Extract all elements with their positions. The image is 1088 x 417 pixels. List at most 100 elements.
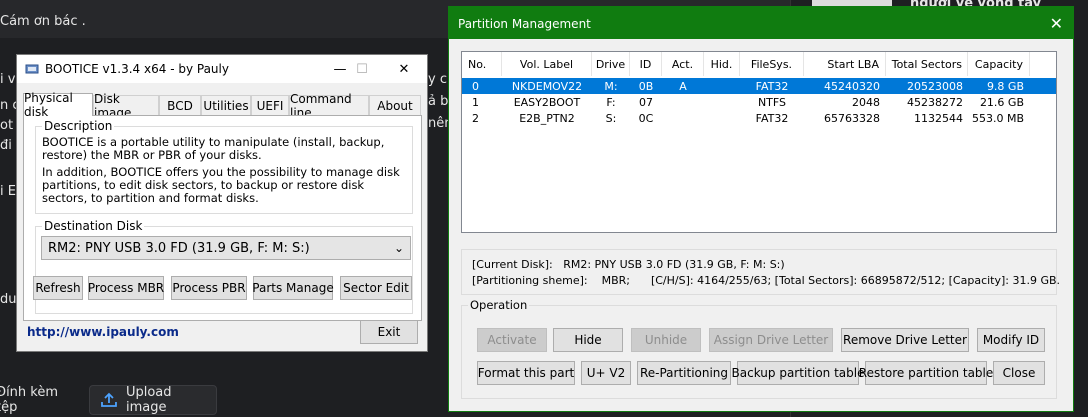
tab-physical-disk[interactable]: Physical disk	[23, 91, 93, 119]
cell-hid	[704, 94, 740, 110]
cell-no: 2	[472, 111, 479, 125]
forum-text-fragment: du	[0, 292, 17, 307]
cell-no: 1	[472, 95, 479, 109]
column-header-no[interactable]: No.	[462, 52, 502, 76]
partition-management-window: Partition Management ✕ No. Vol. Label Dr…	[448, 6, 1074, 412]
destination-disk-label: Destination Disk	[42, 219, 145, 233]
cell-filesys: FAT32	[755, 79, 789, 93]
bootice-titlebar[interactable]: BOOTICE v1.3.4 x64 - by Pauly — ☐ ✕	[17, 55, 427, 83]
cell-capacity: 21.6 GB	[979, 95, 1024, 109]
cell-hid	[704, 110, 740, 126]
chevron-down-icon: ⌄	[393, 241, 404, 255]
cell-vol-label: EASY2BOOT	[513, 95, 581, 109]
process-pbr-button[interactable]: Process PBR	[171, 276, 247, 300]
column-header-vol-label[interactable]: Vol. Label	[502, 52, 592, 76]
cell-id: 0B	[638, 79, 654, 93]
close-button[interactable]: Close	[993, 361, 1045, 385]
refresh-button[interactable]: Refresh	[33, 276, 83, 300]
attach-file-label: Đính kèm tệp	[0, 385, 59, 415]
cell-total-sectors: 1132544	[914, 111, 963, 125]
cell-no: 0	[472, 79, 479, 93]
description-para-1: BOOTICE is a portable utility to manipul…	[42, 135, 385, 162]
cell-start-lba: 45240320	[824, 79, 880, 93]
tab-uefi[interactable]: UEFI	[251, 95, 289, 115]
cell-start-lba: 65763328	[824, 111, 880, 125]
cell-act	[662, 110, 704, 126]
sector-edit-button[interactable]: Sector Edit	[340, 276, 412, 300]
cell-filesys: FAT32	[755, 111, 789, 125]
cell-capacity: 553.0 MB	[971, 111, 1024, 125]
close-icon[interactable]: ✕	[1050, 14, 1063, 33]
cell-drive: M:	[604, 79, 618, 93]
cell-total-sectors: 20523008	[907, 79, 963, 93]
maximize-button[interactable]: ☐	[351, 59, 373, 79]
partition-row[interactable]: 1 EASY2BOOT F: 07 NTFS 2048 45238272 21.…	[462, 94, 1056, 110]
operation-label: Operation	[468, 298, 530, 312]
partition-management-titlebar[interactable]: Partition Management ✕	[449, 7, 1073, 39]
activate-button[interactable]: Activate	[477, 328, 547, 352]
modify-id-button[interactable]: Modify ID	[977, 328, 1045, 352]
description-label: Description	[42, 119, 115, 133]
cell-vol-label: E2B_PTN2	[519, 111, 575, 125]
disk-info-box: [Current Disk]: RM2: PNY USB 3.0 FD (31.…	[461, 249, 1061, 295]
column-header-start-lba[interactable]: Start LBA	[804, 52, 886, 76]
partition-row[interactable]: 0 NKDEMOV22 M: 0B A FAT32 45240320 20523…	[462, 78, 1056, 94]
cell-start-lba: 2048	[852, 95, 880, 109]
forum-text-fragment: đi	[0, 138, 12, 153]
cell-act	[662, 94, 704, 110]
restore-partition-table-button[interactable]: Restore partition table	[859, 361, 993, 385]
column-header-act[interactable]: Act.	[662, 52, 704, 76]
column-header-drive[interactable]: Drive	[592, 52, 630, 76]
upload-image-label: Upload image	[125, 385, 172, 415]
column-header-total-sectors[interactable]: Total Sectors	[886, 52, 968, 76]
remove-drive-letter-button[interactable]: Remove Drive Letter	[841, 328, 969, 352]
partition-table[interactable]: No. Vol. Label Drive ID Act. Hid. FileSy…	[461, 51, 1057, 233]
bootice-window: BOOTICE v1.3.4 x64 - by Pauly — ☐ ✕ Phys…	[16, 54, 428, 352]
cell-vol-label: NKDEMOV22	[511, 79, 583, 93]
cell-total-sectors: 45238272	[907, 95, 963, 109]
forum-text-fragment: ot	[0, 118, 14, 133]
tab-bcd[interactable]: BCD	[159, 95, 201, 115]
close-button[interactable]: ✕	[393, 59, 415, 79]
partition-management-title: Partition Management	[458, 17, 591, 31]
u-plus-v2-button[interactable]: U+ V2	[581, 361, 631, 385]
column-header-id[interactable]: ID	[630, 52, 662, 76]
format-this-part-button[interactable]: Format this part	[477, 361, 575, 385]
current-disk-info: [Current Disk]: RM2: PNY USB 3.0 FD (31.…	[472, 258, 785, 271]
partition-table-header: No. Vol. Label Drive ID Act. Hid. FileSy…	[462, 52, 1056, 76]
partitioning-scheme-info: [Partitioning sheme]: MBR; [C/H/S]: 4164…	[472, 274, 1061, 287]
physical-disk-panel: Description BOOTICE is a portable utilit…	[23, 115, 422, 321]
process-mbr-button[interactable]: Process MBR	[88, 276, 164, 300]
parts-manage-button[interactable]: Parts Manage	[252, 276, 334, 300]
bootice-title: BOOTICE v1.3.4 x64 - by Pauly	[45, 62, 229, 76]
cell-id: 0C	[638, 111, 654, 125]
column-header-hid[interactable]: Hid.	[704, 52, 740, 76]
assign-drive-letter-button[interactable]: Assign Drive Letter	[709, 328, 833, 352]
cell-drive: S:	[605, 111, 617, 125]
hide-button[interactable]: Hide	[553, 328, 623, 352]
upload-icon	[101, 392, 117, 407]
minimize-button[interactable]: —	[329, 59, 351, 79]
tab-utilities[interactable]: Utilities	[201, 95, 251, 115]
upload-image-button[interactable]: Upload image	[89, 385, 217, 415]
tab-command-line[interactable]: Command line	[289, 92, 369, 120]
column-header-capacity[interactable]: Capacity	[968, 52, 1030, 76]
destination-disk-select[interactable]: RM2: PNY USB 3.0 FD (31.9 GB, F: M: S:) …	[41, 236, 411, 260]
description-para-2: In addition, BOOTICE offers you the poss…	[42, 165, 400, 205]
cell-id: 07	[639, 95, 653, 109]
attach-file-button[interactable]: Đính kèm tệp	[0, 385, 80, 415]
exit-button[interactable]: Exit	[360, 320, 418, 344]
column-header-filesys[interactable]: FileSys.	[740, 52, 804, 76]
unhide-button[interactable]: Unhide	[631, 328, 701, 352]
partition-row[interactable]: 2 E2B_PTN2 S: 0C FAT32 65763328 1132544 …	[462, 110, 1056, 126]
destination-disk-value: RM2: PNY USB 3.0 FD (31.9 GB, F: M: S:)	[48, 240, 310, 256]
tab-disk-image[interactable]: Disk image	[93, 92, 159, 120]
backup-partition-table-button[interactable]: Backup partition table	[732, 361, 864, 385]
bootice-app-icon	[25, 64, 39, 74]
tab-about[interactable]: About	[369, 95, 421, 115]
forum-text-fragment: i E	[0, 184, 16, 199]
cell-capacity: 9.8 GB	[986, 79, 1024, 93]
forum-text-fragment: i v	[0, 72, 16, 87]
ipauly-link[interactable]: http://www.ipauly.com	[27, 325, 179, 339]
re-partitioning-button[interactable]: Re-Partitioning	[637, 361, 731, 385]
